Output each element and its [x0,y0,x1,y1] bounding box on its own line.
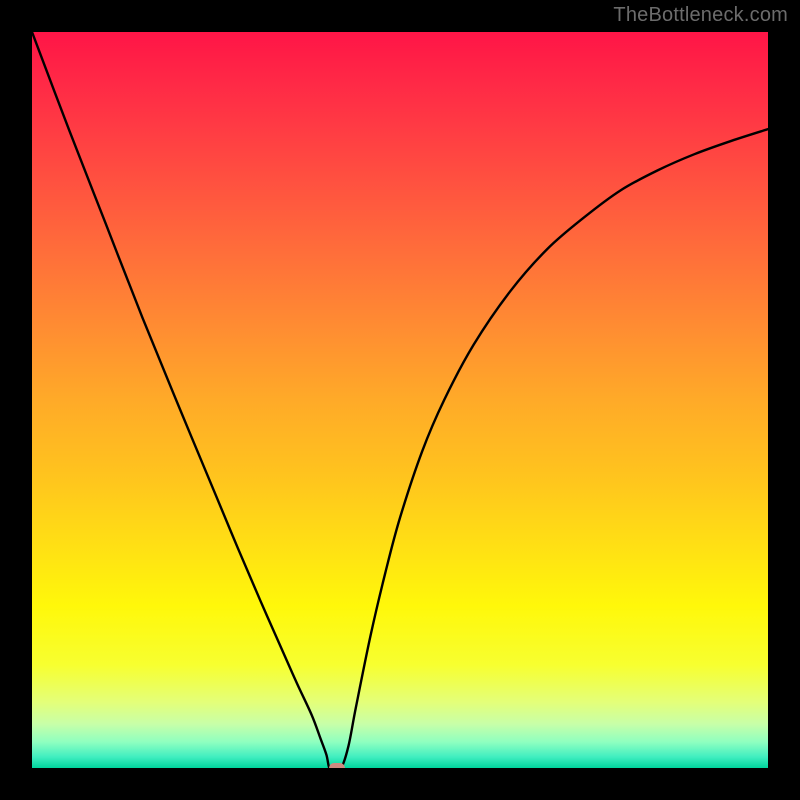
chart-frame: TheBottleneck.com [0,0,800,800]
watermark-text: TheBottleneck.com [613,4,788,27]
marker-dot [329,763,345,768]
bottleneck-curve [32,32,768,768]
plot-area [32,32,768,768]
